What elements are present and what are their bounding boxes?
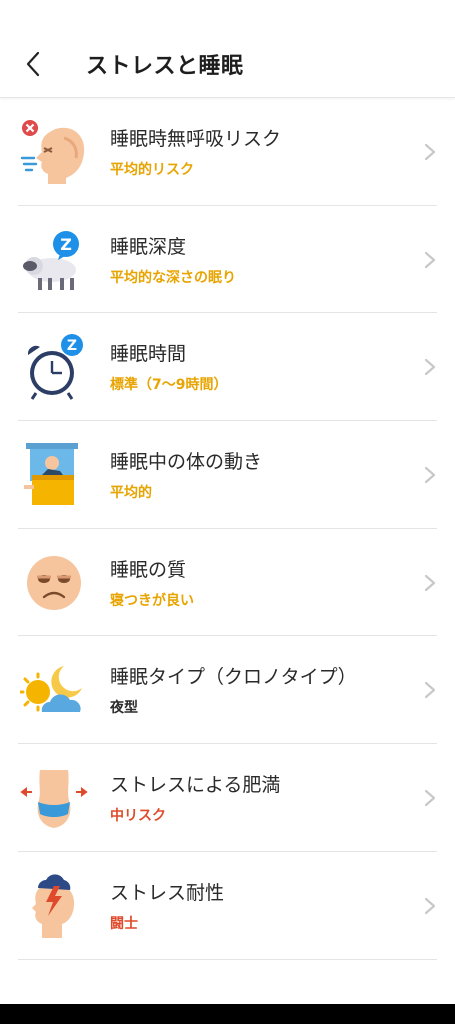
list-item-body-movement[interactable]: 睡眠中の体の動き 平均的 bbox=[18, 421, 437, 529]
chevron-right-icon bbox=[424, 790, 436, 807]
chevron-right-icon bbox=[424, 359, 436, 376]
svg-text:Z: Z bbox=[67, 338, 77, 354]
sun-moon-cloud-icon bbox=[20, 666, 82, 713]
list-item-stress-obesity[interactable]: ストレスによる肥満 中リスク bbox=[18, 744, 437, 852]
item-label: ストレスによる肥満 bbox=[110, 774, 281, 797]
item-label: 睡眠深度 bbox=[110, 235, 187, 258]
list-item-sleep-depth[interactable]: Z 睡眠深度 平均的な深さの眠り bbox=[18, 206, 437, 314]
chevron-right-icon bbox=[424, 897, 436, 914]
page-title: ストレスと睡眠 bbox=[86, 54, 244, 79]
list-item-stress-resistance[interactable]: ストレス耐性 闘士 bbox=[18, 852, 437, 960]
alarm-clock-icon: Z bbox=[27, 334, 83, 401]
chevron-left-icon bbox=[26, 51, 40, 77]
item-status: 平均的な深さの眠り bbox=[110, 269, 236, 286]
person-in-bed-icon bbox=[24, 443, 78, 506]
tired-face-icon bbox=[27, 555, 81, 610]
chevron-right-icon bbox=[424, 466, 436, 484]
apnea-face-icon bbox=[20, 120, 85, 184]
list-item-sleep-duration[interactable]: Z 睡眠時間 標準（7〜9時間） bbox=[18, 313, 437, 422]
back-button[interactable] bbox=[16, 44, 50, 84]
chevron-right-icon bbox=[424, 251, 436, 268]
chevron-right-icon bbox=[424, 143, 436, 161]
item-status: 標準（7〜9時間） bbox=[110, 377, 228, 394]
item-status: 闘士 bbox=[110, 915, 138, 932]
chevron-right-icon bbox=[424, 574, 436, 591]
sheep-sleep-icon: Z bbox=[23, 230, 79, 290]
item-label: ストレス耐性 bbox=[110, 881, 225, 904]
item-label: 睡眠の質 bbox=[110, 558, 187, 581]
item-label: 睡眠時間 bbox=[110, 343, 187, 366]
app-header: ストレスと睡眠 bbox=[0, 0, 455, 98]
item-label: 睡眠中の体の動き bbox=[110, 451, 263, 474]
svg-text:Z: Z bbox=[60, 235, 72, 254]
item-label: 睡眠タイプ（クロノタイプ） bbox=[110, 666, 357, 689]
system-nav-bar bbox=[0, 1004, 455, 1024]
item-status: 平均的 bbox=[110, 485, 152, 502]
list-item-sleep-apnea-risk[interactable]: 睡眠時無呼吸リスク 平均的リスク bbox=[18, 98, 437, 206]
waist-icon bbox=[20, 770, 88, 829]
item-status: 平均的リスク bbox=[110, 162, 194, 178]
list-item-sleep-quality[interactable]: 睡眠の質 寝つきが良い bbox=[18, 529, 437, 637]
settings-list: 睡眠時無呼吸リスク 平均的リスク Z 睡眠深度 平均的な深さの眠り Z 睡眠時間… bbox=[0, 98, 455, 960]
item-label: 睡眠時無呼吸リスク bbox=[110, 128, 282, 150]
chevron-right-icon bbox=[424, 682, 436, 699]
item-status: 寝つきが良い bbox=[110, 592, 194, 609]
item-status: 夜型 bbox=[110, 700, 138, 717]
list-item-chronotype[interactable]: 睡眠タイプ（クロノタイプ） 夜型 bbox=[18, 636, 437, 745]
stress-head-icon bbox=[32, 874, 75, 938]
item-status: 中リスク bbox=[110, 808, 166, 825]
